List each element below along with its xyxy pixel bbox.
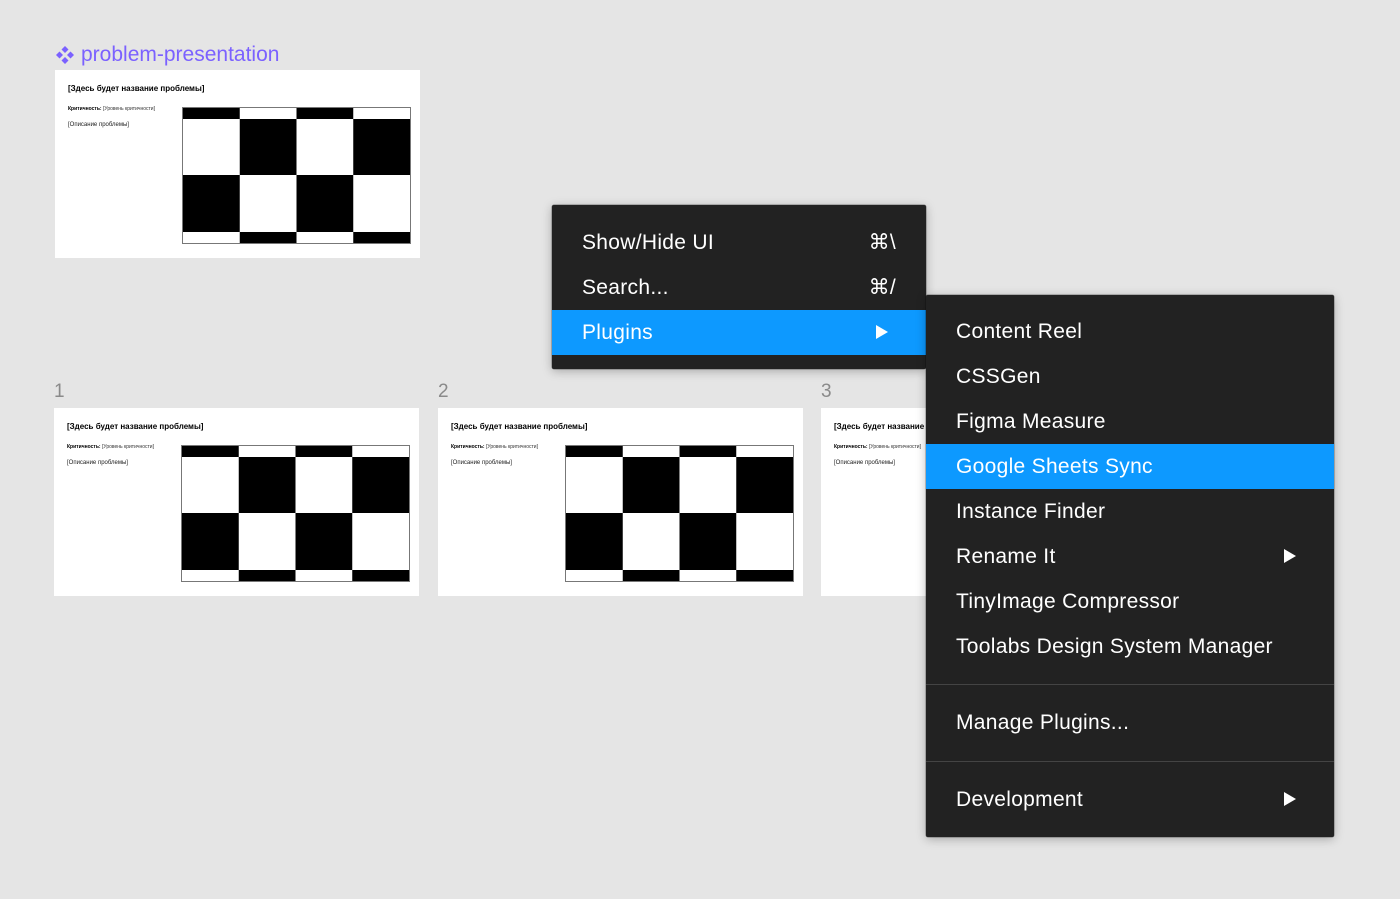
plugin-content-reel[interactable]: Content Reel: [926, 309, 1334, 354]
manage-plugins-item[interactable]: Manage Plugins...: [926, 700, 1334, 745]
slide-description: [Описание проблемы]: [68, 122, 129, 128]
criticality-value: [Уровень критичности]: [102, 106, 155, 112]
context-menu: Show/Hide UI ⌘\ Search... ⌘/ Plugins: [552, 205, 926, 369]
checkerboard-svg: [182, 446, 409, 581]
plugin-figma-measure[interactable]: Figma Measure: [926, 399, 1334, 444]
submenu-arrow-icon: [876, 325, 888, 339]
component-label[interactable]: problem-presentation: [55, 41, 279, 69]
checker-square: [296, 175, 354, 232]
checker-square: [679, 513, 737, 570]
checker-square: [353, 232, 410, 243]
checker-square: [296, 108, 354, 119]
checker-square: [352, 457, 409, 513]
plugin-label: Google Sheets Sync: [956, 454, 1153, 478]
slide-title: [Здесь будет название проблемы]: [67, 422, 204, 431]
slide-description: [Описание проблемы]: [67, 460, 128, 466]
plugin-label: TinyImage Compressor: [956, 589, 1180, 613]
plugin-label: CSSGen: [956, 364, 1041, 388]
submenu-arrow-icon: [1284, 792, 1296, 806]
slide-criticality: Критичность: [Уровень критичности]: [68, 106, 155, 112]
frame-number-1: 1: [54, 381, 65, 402]
manage-plugins-label: Manage Plugins...: [956, 710, 1130, 734]
criticality-label: Критичность:: [834, 444, 868, 450]
frame-number-3: 3: [821, 381, 832, 402]
submenu-arrow-icon: [1284, 549, 1296, 563]
frame-number-2: 2: [438, 381, 449, 402]
component-name: problem-presentation: [81, 43, 280, 66]
checkerboard-image: [565, 445, 794, 582]
checker-square: [182, 513, 239, 570]
checker-square: [622, 570, 680, 581]
checker-square: [183, 108, 240, 119]
plugin-label: Rename It: [956, 544, 1056, 568]
checker-square: [352, 570, 409, 581]
plugin-google-sheets-sync[interactable]: Google Sheets Sync: [926, 444, 1334, 489]
checker-square: [736, 570, 793, 581]
checker-square: [736, 457, 793, 513]
development-label: Development: [956, 787, 1084, 811]
checker-square: [566, 513, 623, 570]
menu-item-label: Show/Hide UI: [582, 230, 714, 254]
criticality-label: Критичность:: [451, 444, 485, 450]
slide-criticality: Критичность: [Уровень критичности]: [451, 444, 538, 450]
plugin-tinyimage-compressor[interactable]: TinyImage Compressor: [926, 579, 1334, 624]
checker-square: [183, 175, 240, 232]
checker-square: [238, 570, 296, 581]
menu-separator: [926, 684, 1334, 685]
slide-description: [Описание проблемы]: [834, 460, 895, 466]
checker-square: [239, 119, 297, 175]
criticality-value: [Уровень критичности]: [485, 444, 538, 450]
component-frame[interactable]: [Здесь будет название проблемы] Критично…: [55, 70, 420, 258]
component-icon: [56, 46, 74, 64]
shortcut-label: ⌘/: [868, 276, 896, 299]
plugin-toolabs-dsm[interactable]: Toolabs Design System Manager: [926, 624, 1334, 669]
checker-square: [353, 119, 410, 175]
development-item[interactable]: Development: [926, 777, 1334, 822]
slide-title: [Здесь будет название проблемы]: [451, 422, 588, 431]
plugin-label: Figma Measure: [956, 409, 1106, 433]
checker-square: [295, 446, 353, 457]
menu-item-search[interactable]: Search... ⌘/: [552, 265, 926, 310]
checker-square: [238, 457, 296, 513]
criticality-value: [Уровень критичности]: [101, 444, 154, 450]
frame-2[interactable]: [Здесь будет название проблемы] Критично…: [438, 408, 803, 596]
slide-criticality: Критичность: [Уровень критичности]: [67, 444, 154, 450]
plugin-label: Content Reel: [956, 319, 1083, 343]
checkerboard-image: [181, 445, 410, 582]
criticality-label: Критичность:: [67, 444, 101, 450]
plugin-instance-finder[interactable]: Instance Finder: [926, 489, 1334, 534]
checkerboard-svg: [566, 446, 793, 581]
criticality-value: [Уровень критичности]: [868, 444, 921, 450]
plugin-label: Instance Finder: [956, 499, 1106, 523]
plugins-submenu: Content Reel CSSGen Figma Measure Google…: [926, 295, 1334, 837]
checker-square: [182, 446, 239, 457]
plugin-cssgen[interactable]: CSSGen: [926, 354, 1334, 399]
plugin-rename-it[interactable]: Rename It: [926, 534, 1334, 579]
checker-square: [566, 446, 623, 457]
menu-item-label: Plugins: [582, 320, 653, 344]
checkerboard-image: [182, 107, 411, 244]
menu-item-plugins[interactable]: Plugins: [552, 310, 926, 355]
menu-separator: [926, 761, 1334, 762]
checkerboard-svg: [183, 108, 410, 243]
menu-item-show-hide-ui[interactable]: Show/Hide UI ⌘\: [552, 220, 926, 265]
checker-square: [679, 446, 737, 457]
slide-description: [Описание проблемы]: [451, 460, 512, 466]
checker-square: [622, 457, 680, 513]
checker-square: [239, 232, 297, 243]
slide-title: [Здесь будет название проблемы]: [68, 84, 205, 93]
criticality-label: Критичность:: [68, 106, 102, 112]
plugin-label: Toolabs Design System Manager: [956, 634, 1273, 658]
slide-criticality: Критичность: [Уровень критичности]: [834, 444, 921, 450]
checker-square: [295, 513, 353, 570]
menu-item-label: Search...: [582, 275, 669, 299]
frame-1[interactable]: [Здесь будет название проблемы] Критично…: [54, 408, 419, 596]
shortcut-label: ⌘\: [868, 231, 896, 254]
